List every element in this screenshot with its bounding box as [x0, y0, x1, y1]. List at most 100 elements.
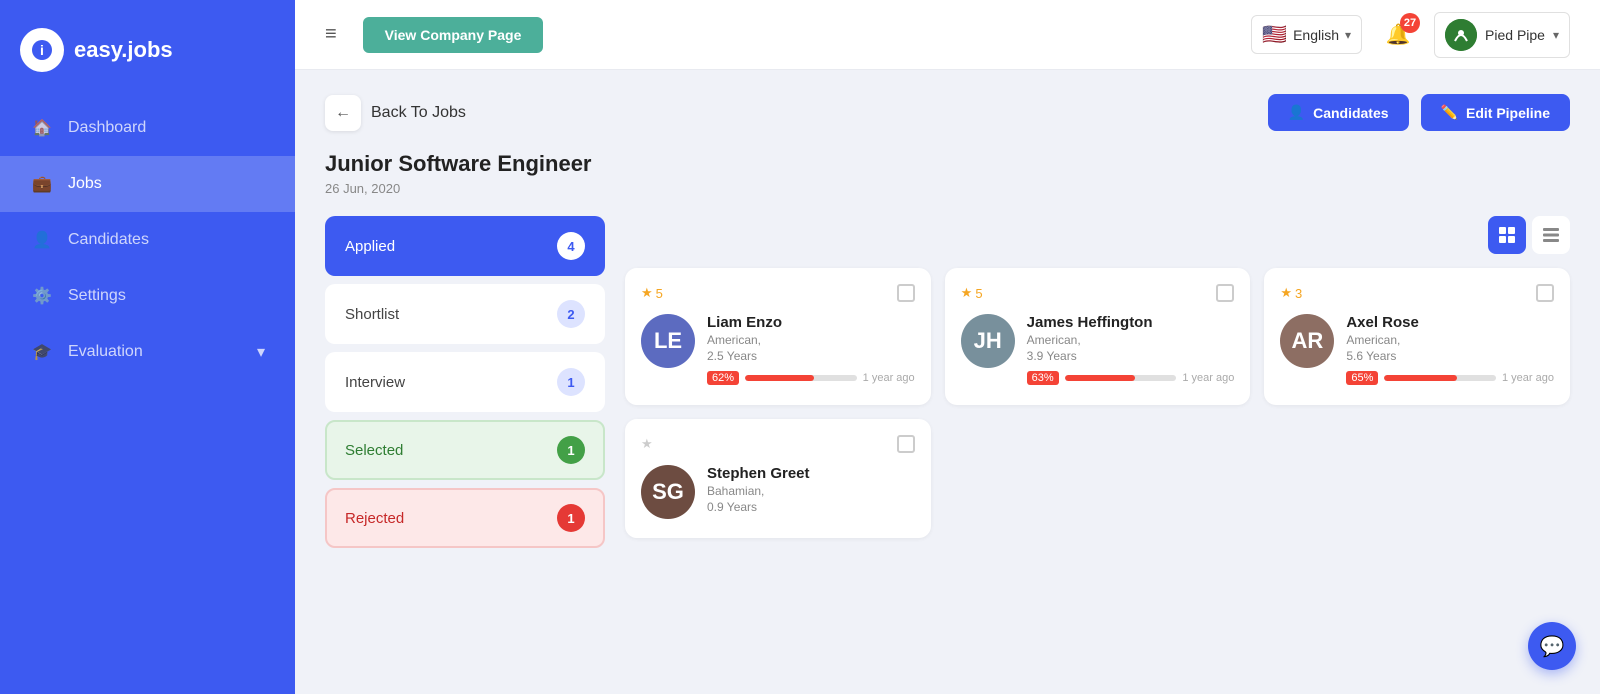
candidate-name: Axel Rose [1346, 314, 1554, 331]
avatar: AR [1280, 314, 1334, 368]
star-count: 5 [656, 286, 663, 301]
card-body: JH James Heffington American, 3.9 Years … [961, 314, 1235, 389]
pipeline-item-selected[interactable]: Selected 1 [325, 420, 605, 480]
sidebar-item-dashboard[interactable]: 🏠 Dashboard [0, 100, 295, 156]
edit-pipeline-button[interactable]: ✏️ Edit Pipeline [1421, 94, 1570, 131]
sidebar-item-candidates[interactable]: 👤 Candidates [0, 212, 295, 268]
chat-button[interactable]: 💬 [1528, 622, 1576, 670]
pipeline-column: Applied 4 Shortlist 2 Interview 1 Select… [325, 216, 605, 548]
briefcase-icon: 💼 [30, 172, 54, 196]
candidate-nationality: American, [1027, 333, 1235, 347]
sidebar-item-evaluation[interactable]: 🎓 Evaluation ▾ [0, 324, 295, 380]
pipeline-count-badge: 4 [557, 232, 585, 260]
sidebar: i easy.jobs 🏠 Dashboard 💼 Jobs 👤 Candida… [0, 0, 295, 694]
star-icon: ★ [961, 285, 973, 301]
time-ago: 1 year ago [1502, 372, 1554, 384]
progress-bar [1384, 375, 1496, 381]
star-icon: ★ [1280, 285, 1292, 301]
progress-fill [1065, 375, 1135, 381]
svg-text:i: i [40, 42, 44, 58]
company-name: Pied Pipe [1485, 27, 1545, 43]
view-toggle [625, 216, 1570, 254]
pipeline-item-applied[interactable]: Applied 4 [325, 216, 605, 276]
star-rating: ★ [641, 436, 653, 452]
pipeline-item-label: Interview [345, 374, 405, 391]
score-badge: 65% [1346, 371, 1378, 385]
person-icon: 👤 [1288, 104, 1305, 121]
candidate-experience: 3.9 Years [1027, 349, 1235, 363]
language-selector[interactable]: 🇺🇸 English ▾ [1251, 15, 1362, 54]
topbar-right: 🇺🇸 English ▾ 🔔 27 Pied Pipe ▾ [1251, 12, 1570, 58]
time-ago: 1 year ago [863, 372, 915, 384]
grid-view-button[interactable] [1488, 216, 1526, 254]
candidate-card[interactable]: ★ 5 LE Liam Enzo American, 2.5 Years [625, 268, 931, 405]
home-icon: 🏠 [30, 116, 54, 140]
back-arrow-icon: ← [325, 95, 361, 131]
edit-pipeline-label: Edit Pipeline [1466, 105, 1550, 121]
score-badge: 62% [707, 371, 739, 385]
candidate-card[interactable]: ★ 5 JH James Heffington American, 3.9 Ye… [945, 268, 1251, 405]
candidate-checkbox[interactable] [897, 284, 915, 302]
pipeline-item-interview[interactable]: Interview 1 [325, 352, 605, 412]
job-date: 26 Jun, 2020 [325, 181, 1570, 196]
list-view-button[interactable] [1532, 216, 1570, 254]
progress-row: 65% 1 year ago [1346, 371, 1554, 385]
topbar: ≡ View Company Page 🇺🇸 English ▾ 🔔 27 [295, 0, 1600, 70]
candidates-button[interactable]: 👤 Candidates [1268, 94, 1409, 131]
star-icon: ★ [641, 285, 653, 301]
sidebar-item-settings[interactable]: ⚙️ Settings [0, 268, 295, 324]
avatar: LE [641, 314, 695, 368]
chevron-down-icon: ▾ [1553, 28, 1559, 42]
pipeline-item-shortlist[interactable]: Shortlist 2 [325, 284, 605, 344]
pipeline-item-label: Shortlist [345, 306, 399, 323]
candidate-card[interactable]: ★ SG Stephen Greet Bahamian, 0.9 Years [625, 419, 931, 538]
card-body: SG Stephen Greet Bahamian, 0.9 Years [641, 465, 915, 522]
score-badge: 63% [1027, 371, 1059, 385]
action-buttons: 👤 Candidates ✏️ Edit Pipeline [1268, 94, 1570, 131]
candidate-info: Liam Enzo American, 2.5 Years 62% 1 year… [707, 314, 915, 389]
evaluation-left: 🎓 Evaluation [30, 340, 143, 364]
pipeline-count-badge: 1 [557, 436, 585, 464]
pencil-icon: ✏️ [1441, 104, 1458, 121]
candidate-name: Liam Enzo [707, 314, 915, 331]
logo: i easy.jobs [0, 0, 295, 100]
candidate-name: James Heffington [1027, 314, 1235, 331]
sidebar-item-jobs[interactable]: 💼 Jobs [0, 156, 295, 212]
avatar: JH [961, 314, 1015, 368]
notification-badge: 27 [1400, 13, 1420, 33]
card-body: LE Liam Enzo American, 2.5 Years 62% [641, 314, 915, 389]
time-ago: 1 year ago [1182, 372, 1234, 384]
candidate-experience: 2.5 Years [707, 349, 915, 363]
candidate-checkbox[interactable] [1216, 284, 1234, 302]
back-to-jobs-button[interactable]: ← Back To Jobs [325, 95, 466, 131]
job-title: Junior Software Engineer [325, 151, 1570, 177]
star-rating: ★ 5 [641, 285, 663, 301]
content-area: ← Back To Jobs 👤 Candidates ✏️ Edit Pipe… [295, 70, 1600, 694]
candidate-experience: 0.9 Years [707, 500, 915, 514]
hamburger-icon[interactable]: ≡ [325, 23, 337, 46]
progress-row: 62% 1 year ago [707, 371, 915, 385]
candidate-card[interactable]: ★ 3 AR Axel Rose American, 5.6 Years [1264, 268, 1570, 405]
language-label: English [1293, 27, 1339, 43]
star-count: 3 [1295, 286, 1302, 301]
sidebar-item-label: Jobs [68, 175, 102, 193]
card-top: ★ 5 [641, 284, 915, 302]
pipeline-item-rejected[interactable]: Rejected 1 [325, 488, 605, 548]
pipeline-item-label: Selected [345, 442, 403, 459]
candidate-info: Axel Rose American, 5.6 Years 65% 1 year… [1346, 314, 1554, 389]
view-company-button[interactable]: View Company Page [363, 17, 544, 53]
company-selector[interactable]: Pied Pipe ▾ [1434, 12, 1570, 58]
chevron-down-icon: ▾ [257, 342, 265, 362]
main-content: ≡ View Company Page 🇺🇸 English ▾ 🔔 27 [295, 0, 1600, 694]
card-body: AR Axel Rose American, 5.6 Years 65% [1280, 314, 1554, 389]
candidate-checkbox[interactable] [1536, 284, 1554, 302]
candidates-grid: ★ 5 LE Liam Enzo American, 2.5 Years [625, 268, 1570, 538]
logo-icon: i [20, 28, 64, 72]
candidate-checkbox[interactable] [897, 435, 915, 453]
progress-fill [1384, 375, 1457, 381]
back-label: Back To Jobs [371, 104, 466, 122]
flag-icon: 🇺🇸 [1262, 22, 1287, 47]
candidate-nationality: Bahamian, [707, 484, 915, 498]
notifications-button[interactable]: 🔔 27 [1380, 17, 1416, 53]
company-logo [1445, 19, 1477, 51]
